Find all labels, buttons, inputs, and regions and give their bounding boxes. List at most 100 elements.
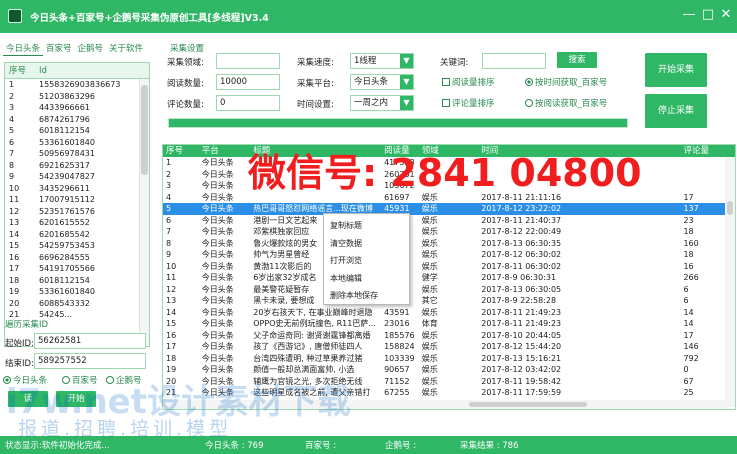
cell-reads: 103339 (384, 353, 415, 363)
menu-item-copy-title[interactable]: 复制标题 (324, 217, 409, 235)
end-id-label: 结束ID: (5, 359, 34, 369)
id-list-row[interactable]: 5 6018112154 (5, 125, 149, 137)
id-list-row[interactable]: 13 6201615552 (5, 217, 149, 229)
results-vertical-scroll-thumb[interactable] (727, 201, 733, 215)
table-row[interactable]: 15 今日头条 OPPO史无前例玩撞色, R11巴萨... 23016 体育 2017-8… (163, 318, 735, 330)
id-list-row[interactable]: 17 54191705566 (5, 263, 149, 275)
id-list-row[interactable]: 2 51203863296 (5, 91, 149, 103)
tab-qiehao[interactable]: 企鹅号 (75, 42, 107, 56)
id-list-row[interactable]: 10 3435296611 (5, 183, 149, 195)
table-row[interactable]: 14 今日头条 20岁右孩天下, 在事业巅峰时退隐 43591 娱乐 2017-8-11 … (163, 307, 735, 319)
start-id-input[interactable]: 56262581 (34, 333, 146, 349)
menu-item-open-browse[interactable]: 打开浏览 (324, 252, 409, 270)
id-list-row[interactable]: 8 6921625317 (5, 160, 149, 172)
cell-domain: 娱乐 (421, 250, 438, 259)
cell-blank (579, 330, 680, 342)
radio-read-baijiahao[interactable]: 按阅读获取_百家号 (525, 97, 607, 109)
end-id-input[interactable]: 589257552 (34, 353, 146, 369)
cell-title: 父子命运奇同: 谢贤谢霆锋都离婚 (253, 330, 371, 340)
table-row[interactable]: 18 今日头条 台湾四殊遭明, 种过草果养过猪 103339 娱乐 2017-8-13 1… (163, 353, 735, 365)
id-list-row[interactable]: 14 6201685542 (5, 229, 149, 241)
read-count-label: 阅读数量: (167, 79, 204, 89)
tab-baijiahao[interactable]: 百家号 (43, 42, 75, 56)
id-list-row[interactable]: 6 53361601840 (5, 137, 149, 149)
id-list-cell-id: 50956978431 (39, 149, 95, 158)
search-button[interactable]: 搜索 (557, 52, 597, 68)
id-list-row[interactable]: 12 52351761576 (5, 206, 149, 218)
menu-item-clear-data[interactable]: 清空数据 (324, 235, 409, 253)
cell-reads: 158824 (384, 342, 415, 351)
cell-domain: 娱乐 (421, 204, 438, 213)
table-row[interactable]: 11今日头条6岁出家32岁成名健学2017-8-9 06:30:31266大咖口… (163, 272, 735, 284)
id-list-row[interactable]: 20 6088543332 (5, 298, 149, 310)
close-button[interactable]: ✕ (718, 7, 734, 23)
cell-blank (579, 295, 680, 307)
table-row[interactable]: 8今日头条鲁火爆款炫的男女娱乐2017-8-13 06:30:35160大咖口才… (163, 238, 735, 250)
progress-bar (168, 118, 628, 128)
id-list-cell-no: 5 (9, 126, 15, 135)
id-list-cell-no: 19 (9, 287, 20, 296)
id-list-row[interactable]: 16 6696284555 (5, 252, 149, 264)
start-collect-button[interactable]: 开始采集 (645, 53, 707, 87)
minimize-button[interactable]: — (681, 7, 697, 23)
time-setting-label: 时间设置: (297, 100, 334, 110)
tab-toutiao[interactable]: 今日头条 (3, 42, 44, 56)
cell-reads: 23016 (384, 319, 410, 328)
cell-domain: 娱乐 (421, 342, 438, 351)
id-list-cell-id: 54239047827 (39, 172, 95, 181)
radio-time-baijiahao[interactable]: 按时间获取_百家号 (525, 76, 607, 88)
table-row[interactable]: 5 今日头条 热巴哥哥怒怼网络谣言...现在微博 45931 娱乐 2017-8-12 2… (163, 203, 735, 215)
id-list-row[interactable]: 7 50956978431 (5, 148, 149, 160)
col-header-no: 序号 (166, 146, 184, 156)
platform-select[interactable]: 今日头条 ▼ (350, 74, 414, 90)
table-row[interactable]: 12今日头条最美警花疑暂存娱乐2017-8-13 06:30:056大咖口才秀 (163, 284, 735, 296)
cell-blank (579, 203, 680, 215)
table-row[interactable]: 13今日头条黑卡未录, 要想成其它2017-8-9 22:58:286大咖口才秀 (163, 295, 735, 307)
id-list-cell-no: 4 (9, 114, 15, 124)
id-list-row[interactable]: 18 6018112154 (5, 275, 149, 287)
stop-collect-button[interactable]: 停止采集 (645, 94, 707, 128)
id-list-row[interactable]: 11 17007915112 (5, 194, 149, 206)
read-sort-checkbox[interactable]: 阅读量排序 (442, 76, 495, 88)
results-horizontal-scroll-thumb[interactable] (469, 402, 587, 407)
speed-select[interactable]: 1线程 ▼ (350, 53, 414, 69)
table-row[interactable]: 16 今日头条 父子命运奇同: 谢贤谢霆锋都离婚 185576 娱乐 2017-8-10 … (163, 330, 735, 342)
id-list-row[interactable]: 3 4433966661 (5, 102, 149, 114)
id-list-row[interactable]: 4 6874261796 (5, 114, 149, 126)
keyword-input[interactable] (482, 53, 546, 69)
id-list-cell-id: 6696284555 (39, 252, 90, 262)
menu-item-delete-local[interactable]: 删除本地保存 (324, 287, 409, 305)
comment-sort-checkbox[interactable]: 评论量排序 (442, 97, 495, 109)
table-row[interactable]: 10今日头条黄渤11次影后的娱乐2017-8-11 06:30:0216大咖口才… (163, 261, 735, 273)
cell-domain: 娱乐 (421, 284, 438, 294)
menu-item-local-edit[interactable]: 本地编辑 (324, 270, 409, 288)
id-list-row[interactable]: 1 1558326903836673 (5, 79, 149, 91)
settings-legend: 采集设置 (170, 44, 205, 54)
cell-domain: 娱乐 (421, 215, 438, 225)
comment-count-input[interactable]: 0 (216, 95, 280, 111)
id-list-row[interactable]: 19 53361601840 (5, 286, 149, 298)
cell-time: 2017-8-12 15:44:20 (481, 342, 562, 351)
table-row[interactable]: 17 今日头条 孩了《西游记》, 唐僧师徒四人 158824 娱乐 2017-8-12 1… (163, 341, 735, 353)
read-count-input[interactable]: 10000 (216, 74, 280, 90)
cell-domain: 娱乐 (421, 307, 438, 317)
cell-domain: 娱乐 (421, 376, 438, 386)
tab-about[interactable]: 关于软件 (106, 42, 146, 56)
id-list-row[interactable]: 9 54239047827 (5, 171, 149, 183)
cell-time: 2017-8-13 15:16:21 (481, 353, 562, 363)
table-row[interactable]: 6今日头条港剧一日文艺起来娱乐2017-8-11 21:40:3723南都娱乐周… (163, 215, 735, 227)
dropdown-arrow-icon: ▼ (400, 54, 413, 68)
cell-time: 2017-8-11 21:49:23 (481, 307, 562, 317)
time-select[interactable]: 一周之内 ▼ (350, 95, 414, 111)
id-list-scroll-thumb[interactable] (141, 85, 148, 175)
domain-input[interactable] (216, 53, 280, 69)
results-vertical-scrollbar[interactable] (725, 157, 735, 407)
id-list-scrollbar[interactable] (139, 79, 149, 346)
id-list[interactable]: 序号 Id 1 1558326903836673 2 51203863296 3 4433… (4, 62, 150, 347)
table-row[interactable]: 7今日头条邓紫棋独家回应娱乐2017-8-12 22:00:4918南都娱乐周刊 (163, 226, 735, 238)
table-row[interactable]: 9今日头条帅气为男星曾经娱乐2017-8-12 06:30:0218大咖口才秀 (163, 249, 735, 261)
id-list-row[interactable]: 15 54259753453 (5, 240, 149, 252)
speed-label: 采集速度: (297, 58, 334, 68)
maximize-button[interactable]: □ (700, 7, 716, 23)
cell-blank (579, 307, 680, 319)
